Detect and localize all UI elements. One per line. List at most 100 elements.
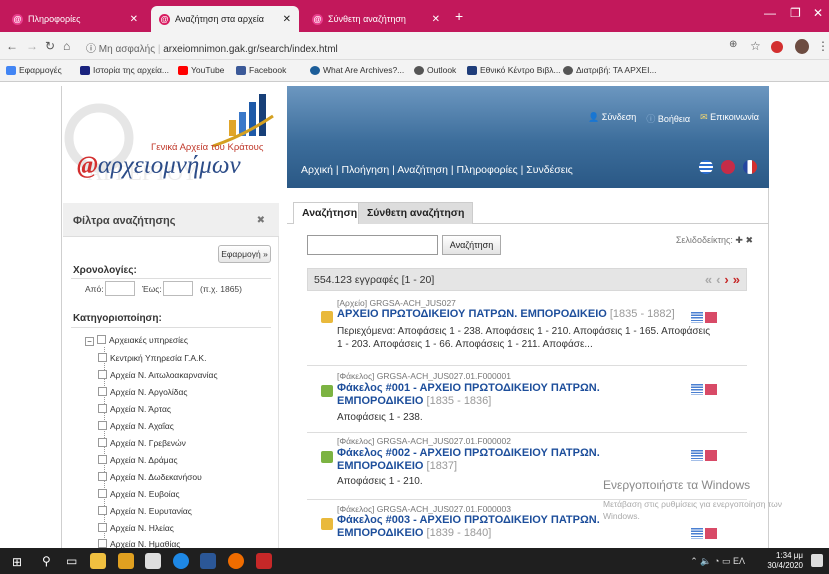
uk-flag-icon[interactable] [721,160,735,174]
from-year-input[interactable] [105,281,135,296]
collapse-icon[interactable]: − [85,337,94,346]
star-icon[interactable]: ☆ [750,39,761,53]
media-app-icon[interactable] [145,553,161,569]
maximize-icon[interactable]: ❐ [790,6,801,20]
checkbox[interactable] [98,455,107,464]
search-input[interactable] [307,235,438,255]
next-page-icon[interactable]: › [724,272,728,287]
tree-root[interactable]: − Αρχειακές υπηρεσίες [85,335,188,346]
greek-flag-icon[interactable] [699,160,713,174]
close-icon[interactable]: ✕ [130,14,138,25]
tree-item[interactable]: Αρχεία Ν. Δωδεκανήσου [98,472,202,482]
notifications-icon[interactable] [811,554,823,567]
result-title[interactable]: Φάκελος #001 - ΑΡΧΕΙΟ ΠΡΩΤΟΔΙΚΕΙΟΥ ΠΑΤΡΩ… [337,382,657,408]
profile-avatar[interactable] [795,39,809,54]
result-title[interactable]: Φάκελος #002 - ΑΡΧΕΙΟ ΠΡΩΤΟΔΙΚΕΙΟΥ ΠΑΤΡΩ… [337,447,657,473]
first-page-icon[interactable]: « [705,272,712,287]
uk-flag-icon[interactable] [705,312,717,323]
tab-search[interactable]: Αναζήτηση [293,202,367,224]
help-link[interactable]: ⓘ Βοήθεια [646,112,690,125]
bookmark-thesis[interactable]: Διατριβή: ΤΑ ΑΡΧΕΙ... [563,65,657,75]
edge-icon[interactable] [173,553,189,569]
task-view-icon[interactable]: ▭ [66,554,77,568]
add-bookmark-icon[interactable]: ✚ [735,235,743,245]
contact-link[interactable]: ✉ Επικοινωνία [700,112,759,125]
language-indicator[interactable]: ΕΛ [733,556,745,566]
store-icon[interactable] [118,553,134,569]
bookmark-facebook[interactable]: Facebook [236,65,286,75]
tree-item[interactable]: Αρχεία Ν. Δράμας [98,455,178,465]
checkbox[interactable] [98,370,107,379]
checkbox[interactable] [98,506,107,515]
close-icon[interactable]: ✕ [283,14,291,25]
to-year-input[interactable] [163,281,193,296]
close-icon[interactable]: ✖ [257,215,265,226]
chevron-up-icon[interactable]: ⌃ [690,556,698,566]
checkbox[interactable] [98,523,107,532]
search-icon[interactable]: ⚲ [42,554,51,568]
tree-item[interactable]: Αρχεία Ν. Ηλείας [98,523,174,533]
clock[interactable]: 1:34 μμ 30/4/2020 [767,551,803,571]
checkbox[interactable] [97,335,106,344]
apply-button[interactable]: Εφαρμογή » [218,245,271,263]
url-field[interactable]: ⓘ Μη ασφαλής | arxeiomnimon.gak.gr/searc… [86,40,338,55]
battery-icon[interactable]: ▭ [722,556,731,566]
tree-item[interactable]: Αρχεία Ν. Γρεβενών [98,438,186,448]
chrome-icon[interactable] [228,553,244,569]
word-icon[interactable] [200,553,216,569]
tree-item[interactable]: Αρχεία Ν. Αιτωλοακαρνανίας [98,370,218,380]
greek-flag-icon[interactable] [691,312,703,323]
uk-flag-icon[interactable] [705,528,717,539]
nav-info[interactable]: Πληροφορίες [457,164,518,176]
nav-search[interactable]: Αναζήτηση [397,164,448,176]
home-icon[interactable]: ⌂ [63,39,70,53]
bookmark-national-library[interactable]: Εθνικό Κέντρο Βιβλ... [467,65,561,75]
bookmark-youtube[interactable]: YouTube [178,65,224,75]
menu-icon[interactable]: ⋮ [817,39,829,53]
greek-flag-icon[interactable] [691,528,703,539]
tab-archive-search[interactable]: @ Αναζήτηση στα αρχεία ✕ [151,6,299,32]
tab-advanced-search[interactable]: Σύνθετη αναζήτηση [358,202,474,224]
checkbox[interactable] [98,353,107,362]
tree-item[interactable]: Αρχεία Ν. Ευρυτανίας [98,506,192,516]
greek-flag-icon[interactable] [691,450,703,461]
new-tab-button[interactable]: + [455,8,463,24]
checkbox[interactable] [98,438,107,447]
last-page-icon[interactable]: » [733,272,740,287]
reload-icon[interactable]: ↻ [45,39,55,53]
forward-icon[interactable]: → [26,39,38,53]
file-explorer-icon[interactable] [90,553,106,569]
close-icon[interactable]: ✕ [432,14,440,25]
checkbox[interactable] [98,404,107,413]
result-title[interactable]: ΑΡΧΕΙΟ ΠΡΩΤΟΔΙΚΕΙΟΥ ΠΑΤΡΩΝ. ΕΜΠΟΡΟΔΙΚΕΙΟ… [337,308,717,321]
bookmark-apps[interactable]: Εφαρμογές [6,65,62,75]
bookmark-archives[interactable]: What Are Archives?... [310,65,404,75]
checkbox[interactable] [98,489,107,498]
greek-flag-icon[interactable] [691,384,703,395]
login-link[interactable]: 👤 Σύνδεση [588,112,636,125]
info-icon[interactable]: ⓘ [86,44,96,55]
remove-bookmark-icon[interactable]: ✖ [745,235,753,245]
back-icon[interactable]: ← [6,39,18,53]
uk-flag-icon[interactable] [705,384,717,395]
close-window-icon[interactable]: ✕ [813,6,823,20]
bookmark-outlook[interactable]: Outlook [414,65,456,75]
search-button[interactable]: Αναζήτηση [442,235,501,255]
tree-item[interactable]: Αρχεία Ν. Αργολίδας [98,387,188,397]
tab-advanced-search[interactable]: @ Σύνθετη αναζήτηση ✕ [304,6,448,32]
nav-browse[interactable]: Πλοήγηση [341,164,389,176]
tab-info[interactable]: @ Πληροφορίες ✕ [4,6,146,32]
nav-home[interactable]: Αρχική [301,164,333,176]
prev-page-icon[interactable]: ‹ [716,272,720,287]
tree-item[interactable]: Κεντρική Υπηρεσία Γ.Α.Κ. [98,353,206,363]
checkbox[interactable] [98,539,107,548]
tree-item[interactable]: Αρχεία Ν. Άρτας [98,404,171,414]
checkbox[interactable] [98,421,107,430]
french-flag-icon[interactable] [743,160,757,174]
adblock-icon[interactable] [771,41,783,53]
site-logo[interactable]: ΑΓΓΕΡΤΟΥ Γενικά Αρχεία του Κράτους @αρχε… [63,86,286,188]
zoom-icon[interactable]: ⊕ [729,39,737,50]
network-icon[interactable]: ◔ [714,556,719,566]
tree-item[interactable]: Αρχεία Ν. Αχαΐας [98,421,174,431]
tree-item[interactable]: Αρχεία Ν. Ευβοίας [98,489,180,499]
